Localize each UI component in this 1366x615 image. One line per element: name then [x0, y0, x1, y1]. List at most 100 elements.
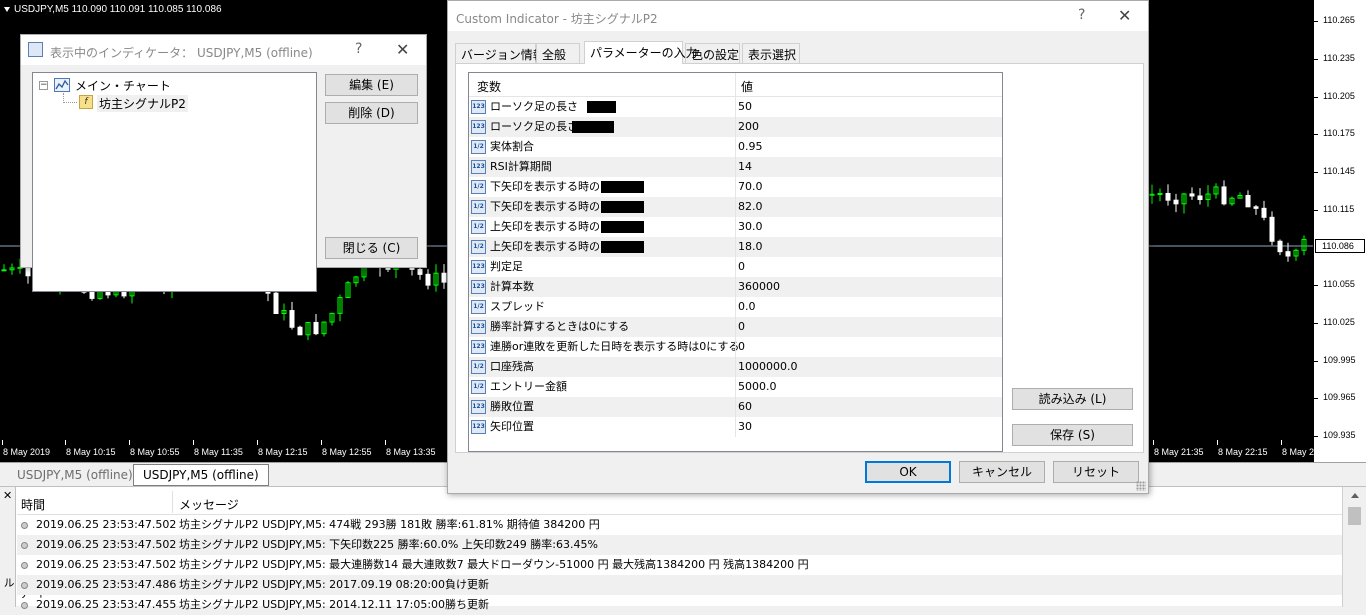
log-time: 2019.06.25 23:53:47.486 — [36, 578, 177, 591]
column-divider — [735, 257, 736, 277]
parameter-value[interactable]: 70.0 — [738, 177, 763, 197]
parameter-row[interactable]: 123 ローソク足の長さ 200 — [469, 117, 1002, 137]
parameter-row[interactable]: 123 RSI計算期間 14 — [469, 157, 1002, 177]
tab-display-select[interactable]: 表示選択 — [742, 43, 800, 63]
indicators-dialog-title: 表示中のインディケータ： USDJPY,M5 (offline) — [50, 46, 313, 60]
parameter-row[interactable]: 1/2 下矢印を表示する時の 70.0 — [469, 177, 1002, 197]
help-icon[interactable]: ? — [1078, 7, 1085, 23]
integer-type-icon: 123 — [471, 120, 486, 134]
chart-tab[interactable]: USDJPY,M5 (offline) — [8, 465, 142, 485]
parameter-row[interactable]: 1/2 実体割合 0.95 — [469, 137, 1002, 157]
log-row[interactable]: 2019.06.25 23:53:47.502 坊主シグナルP2 USDJPY,M… — [17, 535, 1342, 555]
collapse-icon[interactable]: − — [39, 81, 48, 90]
parameter-value[interactable]: 0.0 — [738, 297, 756, 317]
parameter-name: 連勝or連敗を更新した日時を表示する時は0にする — [490, 340, 740, 353]
column-divider — [735, 177, 736, 197]
indicators-dialog-titlebar[interactable]: 表示中のインディケータ： USDJPY,M5 (offline) ? ✕ — [21, 35, 426, 65]
price-scale[interactable]: 110.265 110.235 110.205 110.175 110.145 … — [1313, 0, 1366, 462]
reset-button[interactable]: リセット — [1053, 461, 1139, 483]
close-icon[interactable]: ✕ — [1118, 6, 1131, 25]
tree-item-main-chart[interactable]: メイン・チャート — [75, 77, 171, 94]
cancel-button[interactable]: キャンセル — [959, 461, 1045, 483]
log-row[interactable]: 2019.06.25 23:53:47.502 坊主シグナルP2 USDJPY,M… — [17, 515, 1342, 535]
parameter-value[interactable]: 360000 — [738, 277, 780, 297]
delete-button[interactable]: 削除 (D) — [325, 102, 418, 124]
scroll-thumb[interactable] — [1348, 507, 1361, 525]
column-header-time[interactable]: 時間 — [21, 496, 45, 513]
parameter-value[interactable]: 50 — [738, 97, 752, 117]
candle — [329, 312, 335, 326]
price-label: 110.055 — [1323, 279, 1355, 289]
parameter-value[interactable]: 30.0 — [738, 217, 763, 237]
terminal-scrollbar[interactable] — [1342, 487, 1366, 607]
parameter-row[interactable]: 123 勝敗位置 60 — [469, 397, 1002, 417]
column-header-variable[interactable]: 変数 — [477, 78, 501, 95]
column-header-value[interactable]: 値 — [741, 78, 753, 95]
integer-type-icon: 123 — [471, 320, 486, 334]
tab-version-info[interactable]: バージョン情報 — [455, 43, 545, 63]
chart-tab-active[interactable]: USDJPY,M5 (offline) — [133, 464, 269, 486]
edit-button[interactable]: 編集 (E) — [325, 74, 418, 96]
time-tick — [129, 440, 130, 445]
ok-button[interactable]: OK — [865, 461, 951, 483]
candle — [337, 294, 343, 322]
parameter-grid[interactable]: 変数 値 123 ローソク足の長さ 50 123 ローソク足の長さ 200 1/2 実体割合 0… — [468, 72, 1003, 452]
parameter-value[interactable]: 200 — [738, 117, 759, 137]
save-button[interactable]: 保存 (S) — [1012, 424, 1133, 446]
close-button[interactable]: 閉じる (C) — [325, 237, 418, 259]
parameter-value[interactable]: 82.0 — [738, 197, 763, 217]
parameter-row[interactable]: 1/2 スプレッド 0.0 — [469, 297, 1002, 317]
column-divider — [735, 417, 736, 437]
custom-indicator-titlebar[interactable]: Custom Indicator - 坊主シグナルP2 ? ✕ — [448, 1, 1148, 31]
parameter-row[interactable]: 123 ローソク足の長さ 50 — [469, 97, 1002, 117]
parameter-value[interactable]: 18.0 — [738, 237, 763, 257]
tab-general[interactable]: 全般 — [536, 43, 580, 63]
candle — [289, 301, 295, 330]
log-row[interactable]: 2019.06.25 23:53:47.455 坊主シグナルP2 USDJPY,M… — [17, 595, 1342, 615]
parameter-row[interactable]: 1/2 エントリー金額 5000.0 — [469, 377, 1002, 397]
parameter-row[interactable]: 1/2 下矢印を表示する時の 82.0 — [469, 197, 1002, 217]
resize-grip-icon[interactable] — [1136, 481, 1146, 491]
parameter-row[interactable]: 1/2 上矢印を表示する時の 30.0 — [469, 217, 1002, 237]
parameter-row[interactable]: 1/2 上矢印を表示する時の 18.0 — [469, 237, 1002, 257]
candle — [425, 269, 431, 290]
parameter-value[interactable]: 0 — [738, 317, 745, 337]
parameter-value[interactable]: 30 — [738, 417, 752, 437]
indicator-tree[interactable]: − メイン・チャート f 坊主シグナルP2 — [32, 72, 317, 292]
parameter-value[interactable]: 0.95 — [738, 137, 763, 157]
tree-item-indicator[interactable]: 坊主シグナルP2 — [97, 95, 188, 112]
parameter-value[interactable]: 0 — [738, 337, 745, 357]
load-button[interactable]: 読み込み (L) — [1012, 388, 1133, 410]
time-label: 8 May 21:35 — [1154, 447, 1204, 457]
close-icon[interactable]: ✕ — [396, 40, 409, 59]
parameter-name: エントリー金額 — [490, 380, 567, 393]
column-divider — [735, 137, 736, 157]
parameter-value[interactable]: 60 — [738, 397, 752, 417]
column-header-message[interactable]: メッセージ — [179, 496, 239, 513]
parameter-value[interactable]: 0 — [738, 257, 745, 277]
log-row[interactable]: 2019.06.25 23:53:47.486 坊主シグナルP2 USDJPY,M… — [17, 575, 1342, 595]
parameter-value[interactable]: 1000000.0 — [738, 357, 798, 377]
scroll-up-icon[interactable] — [1351, 493, 1359, 498]
parameter-row[interactable]: 123 連勝or連敗を更新した日時を表示する時は0にする 0 — [469, 337, 1002, 357]
terminal-close-icon[interactable]: ✕ — [3, 489, 12, 502]
parameter-row[interactable]: 123 判定足 0 — [469, 257, 1002, 277]
column-divider[interactable] — [735, 73, 736, 97]
parameter-name: RSI計算期間 — [490, 160, 552, 173]
parameter-value[interactable]: 5000.0 — [738, 377, 777, 397]
parameter-row[interactable]: 123 勝率計算するときは0にする 0 — [469, 317, 1002, 337]
custom-indicator-title: Custom Indicator - 坊主シグナルP2 — [456, 12, 658, 26]
log-row[interactable]: 2019.06.25 23:53:47.502 坊主シグナルP2 USDJPY,M… — [17, 555, 1342, 575]
integer-type-icon: 123 — [471, 160, 486, 174]
parameter-row[interactable]: 123 矢印位置 30 — [469, 417, 1002, 437]
candle — [353, 276, 359, 287]
parameter-value[interactable]: 14 — [738, 157, 752, 177]
parameter-row[interactable]: 1/2 口座残高 1000000.0 — [469, 357, 1002, 377]
column-divider — [735, 117, 736, 137]
price-tick — [1314, 436, 1318, 437]
column-divider[interactable] — [172, 491, 173, 513]
parameter-row[interactable]: 123 計算本数 360000 — [469, 277, 1002, 297]
help-icon[interactable]: ? — [355, 41, 362, 57]
tab-parameters[interactable]: パラメーターの入力 — [584, 41, 698, 64]
double-type-icon: 1/2 — [471, 140, 486, 154]
